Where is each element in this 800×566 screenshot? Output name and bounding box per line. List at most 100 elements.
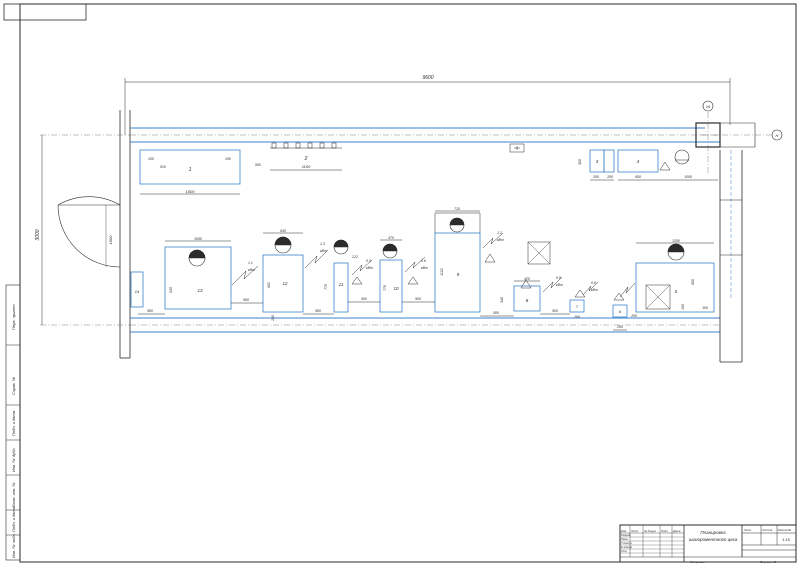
equipment-12-height: 862 <box>267 282 271 288</box>
equipment-1-extra-c: 100 <box>225 157 231 161</box>
equipment-9-number: 9 <box>457 272 460 277</box>
tb-format: Формат А1 <box>760 560 777 564</box>
equipment-13-number: 13 <box>197 288 203 293</box>
equipment-10-number: 10 <box>393 286 399 291</box>
overall-dimension: 9600 <box>124 75 731 135</box>
side-stamp-7: Инв. № подл. <box>11 533 16 558</box>
gap-dim-bottom-11: 100 <box>681 304 685 310</box>
equipment-1-extra-a: 100 <box>148 157 154 161</box>
equipment-11-width: 212 <box>351 255 358 259</box>
equipment-3: 3 200 200 <box>589 149 615 181</box>
side-stamp-6: Подп. и дата <box>11 506 16 532</box>
equipment-8-power: 0.9 <box>556 276 561 280</box>
gap-dim-bottom-2: 500 <box>243 298 249 302</box>
equipment-5-height: 800 <box>691 279 695 285</box>
equipment-7: 7 200 0.6 кВт <box>569 281 599 319</box>
equipment-13: 13 1050 645 1.1 кВт 500 <box>138 237 259 315</box>
equipment-6-number: 6 <box>619 309 622 314</box>
title-line-2: шинороментного цеха <box>689 537 738 542</box>
tb-sheet-label: Лист <box>743 528 752 532</box>
height-dimension: 3000 <box>35 135 43 325</box>
tb-row-5: Утв. <box>621 549 628 553</box>
gap-dim-bottom-9: 200 <box>630 314 637 318</box>
height-dimension-label: 3000 <box>35 229 41 240</box>
side-stamp: Перв. примен. Справ. № Подп. и дата Инв.… <box>5 284 21 561</box>
tb-sheets-label: Листов <box>761 528 773 532</box>
axis-label-16: 16 <box>706 104 711 109</box>
side-stamp-4: Инв. № дубл. <box>11 447 16 472</box>
top-left-stamp <box>3 3 87 21</box>
equipment-1-width: 1600 <box>186 189 196 194</box>
gap-dim-top-2: 200 <box>606 175 613 179</box>
equipment-2-number: 2 <box>304 156 308 162</box>
equipment-2-width: 1100 <box>302 164 311 169</box>
equipment-13-width: 1050 <box>194 237 202 241</box>
axis-label-h: Н <box>776 133 779 138</box>
equipment-1-number: 1 <box>189 167 192 173</box>
gap-dim-bottom-1: 500 <box>147 309 153 313</box>
equipment-9: 715 9 1162 1.2 кВт 500 <box>402 207 504 313</box>
gap-dim-top-1: 500 <box>255 163 261 167</box>
equipment-5: 5 1200 800 100 100 <box>635 239 715 313</box>
socket <box>509 143 525 153</box>
equipment-3-width: 200 <box>592 175 599 179</box>
equipment-9-width: 715 <box>454 207 460 211</box>
gap-dim-bottom-4: 500 <box>315 309 321 313</box>
gap-dim-bottom-8: 500 <box>552 309 558 313</box>
gap-dim-bottom-6: 500 <box>415 297 421 301</box>
gap-dim-bottom-3: 280 <box>271 315 275 322</box>
floor-plan-drawing: Перв. примен. Справ. № Подп. и дата Инв.… <box>3 3 797 564</box>
equipment-13-height: 645 <box>169 287 173 293</box>
walls <box>40 110 756 363</box>
equipment-13-power: 1.1 <box>248 261 253 265</box>
equipment-9-power-unit: кВт <box>497 238 504 242</box>
equipment-7-power: 0.6 <box>591 281 596 285</box>
tb-copied: Копировал <box>690 560 705 564</box>
door: 1000 <box>57 196 121 268</box>
equipment-5-number: 5 <box>675 289 678 294</box>
equipment-12-number: 12 <box>282 281 288 286</box>
tb-col-1: № докум. <box>644 529 657 533</box>
equipment-12-power-unit: кВт <box>320 249 327 253</box>
equipment-9-height: 1162 <box>440 268 444 276</box>
equipment-10-power: 0.6 <box>421 259 426 263</box>
equipment-14: 14 <box>130 271 144 308</box>
equipment-8: 8 420 340 0.9 кВт 500 500 <box>480 241 570 317</box>
equipment-4-width: 650 <box>635 175 641 179</box>
equipment-1-extra-b: 510 <box>160 165 166 169</box>
equipment-10-height: 770 <box>383 285 387 291</box>
gap-dim-bottom-12: 100 <box>702 306 708 310</box>
equipment-11-height: 770 <box>324 284 328 290</box>
equipment-12-power: 1.3 <box>320 242 325 246</box>
equipment-8-power-unit: кВт <box>556 283 563 287</box>
equipment-8-width: 420 <box>524 277 530 281</box>
tb-col-2: Подп. <box>661 529 669 533</box>
equipment-3-number: 3 <box>596 159 599 164</box>
gap-dim-top-3: 1000 <box>684 175 692 179</box>
equipment-1: 1 1600 100 510 100 500 <box>139 149 261 195</box>
side-stamp-5: Взам. инв. № <box>11 482 16 507</box>
equipment-11-power-unit: кВт <box>366 266 373 270</box>
tb-scale-value: 1:15 <box>782 537 791 542</box>
equipment-7-power-unit: кВт <box>591 288 598 292</box>
tb-col-0: Лист <box>630 529 639 533</box>
side-stamp-2: Справ. № <box>11 376 16 395</box>
equipment-13-power-unit: кВт <box>248 268 255 272</box>
axis-markers: 16 Н <box>700 100 783 175</box>
equipment-12: 12 640 862 1.3 кВт 500 280 <box>231 229 329 322</box>
equipment-2: 2 1100 <box>270 142 342 171</box>
gap-dim-bottom-10: 260 <box>616 325 623 329</box>
equipment-8-number: 8 <box>526 298 529 303</box>
door-dimension-label: 1000 <box>108 235 113 245</box>
equipment-5-width: 1200 <box>672 239 680 243</box>
side-stamp-1: Перв. примен. <box>11 303 16 330</box>
equipment-7-width: 200 <box>573 315 580 319</box>
title-line-1: Планировка <box>700 530 726 535</box>
equipment-12-width: 640 <box>280 229 286 233</box>
tb-scale-label: Масштаб <box>778 528 791 532</box>
equipment-7-number: 7 <box>576 304 579 309</box>
title-block: Изм. Лист № докум. Подп. Дата Разраб. Пр… <box>619 524 797 564</box>
equipment-11-number: 11 <box>339 282 344 287</box>
equipment-9-power: 1.2 <box>497 231 502 235</box>
overall-dimension-label: 9600 <box>422 75 433 81</box>
